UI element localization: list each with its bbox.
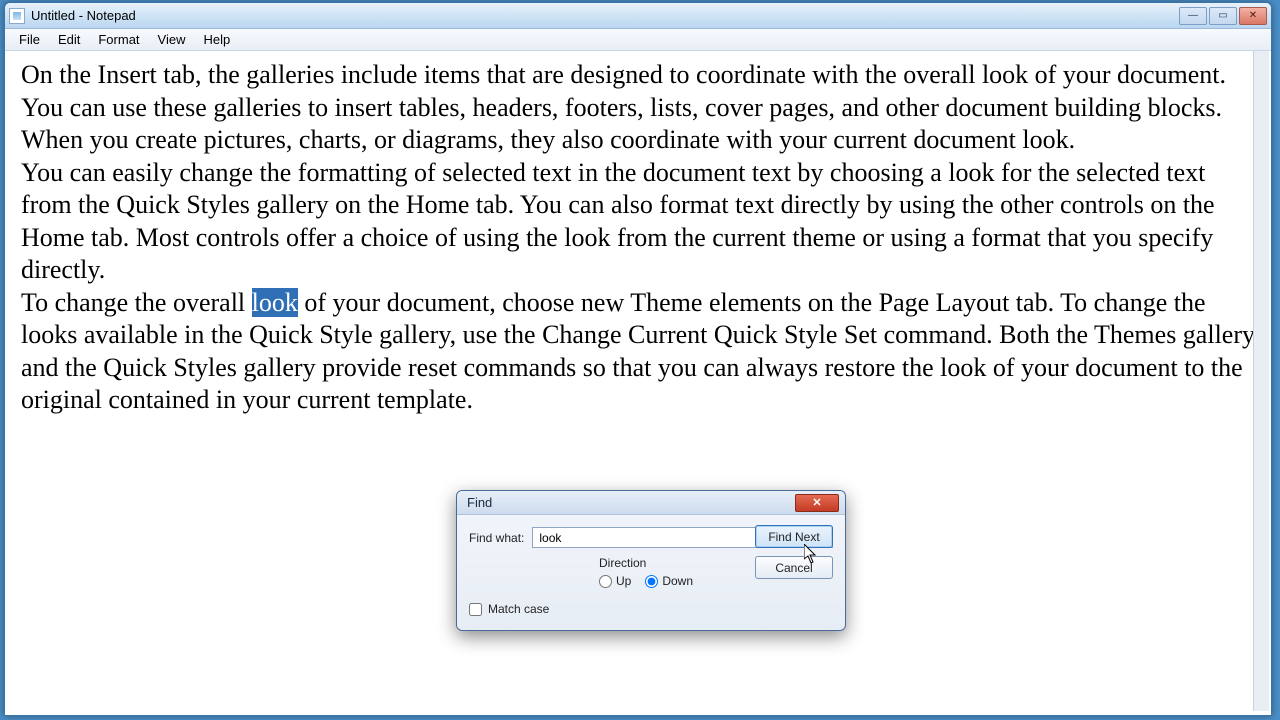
find-dialog-title: Find — [467, 495, 795, 510]
menu-format[interactable]: Format — [90, 30, 147, 49]
direction-down-option[interactable]: Down — [645, 574, 693, 588]
vertical-scrollbar[interactable] — [1253, 51, 1269, 711]
selected-text: look — [252, 288, 298, 317]
menu-help[interactable]: Help — [195, 30, 238, 49]
minimize-button[interactable]: — — [1179, 7, 1207, 25]
maximize-button[interactable]: ▭ — [1209, 7, 1237, 25]
match-case-option[interactable]: Match case — [469, 602, 833, 616]
direction-up-option[interactable]: Up — [599, 574, 631, 588]
titlebar[interactable]: Untitled - Notepad — ▭ ✕ — [5, 3, 1271, 29]
cancel-button[interactable]: Cancel — [755, 556, 833, 579]
paragraph-2: You can easily change the formatting of … — [21, 157, 1255, 287]
find-dialog: Find ✕ Find what: Find Next Cancel Direc… — [456, 490, 846, 631]
paragraph-1: On the Insert tab, the galleries include… — [21, 59, 1255, 157]
direction-up-radio[interactable] — [599, 575, 612, 588]
match-case-checkbox[interactable] — [469, 603, 482, 616]
find-dialog-close-button[interactable]: ✕ — [795, 494, 839, 512]
notepad-icon — [9, 8, 25, 24]
menu-file[interactable]: File — [11, 30, 48, 49]
find-next-button[interactable]: Find Next — [755, 525, 833, 548]
find-dialog-body: Find what: Find Next Cancel Direction Up… — [457, 515, 845, 630]
menu-edit[interactable]: Edit — [50, 30, 88, 49]
menubar: File Edit Format View Help — [5, 29, 1271, 51]
window-title: Untitled - Notepad — [31, 8, 1179, 23]
find-dialog-titlebar[interactable]: Find ✕ — [457, 491, 845, 515]
menu-view[interactable]: View — [150, 30, 194, 49]
window-controls: — ▭ ✕ — [1179, 7, 1267, 25]
close-button[interactable]: ✕ — [1239, 7, 1267, 25]
find-what-label: Find what: — [469, 531, 524, 545]
paragraph-3: To change the overall look of your docum… — [21, 287, 1255, 417]
direction-down-radio[interactable] — [645, 575, 658, 588]
